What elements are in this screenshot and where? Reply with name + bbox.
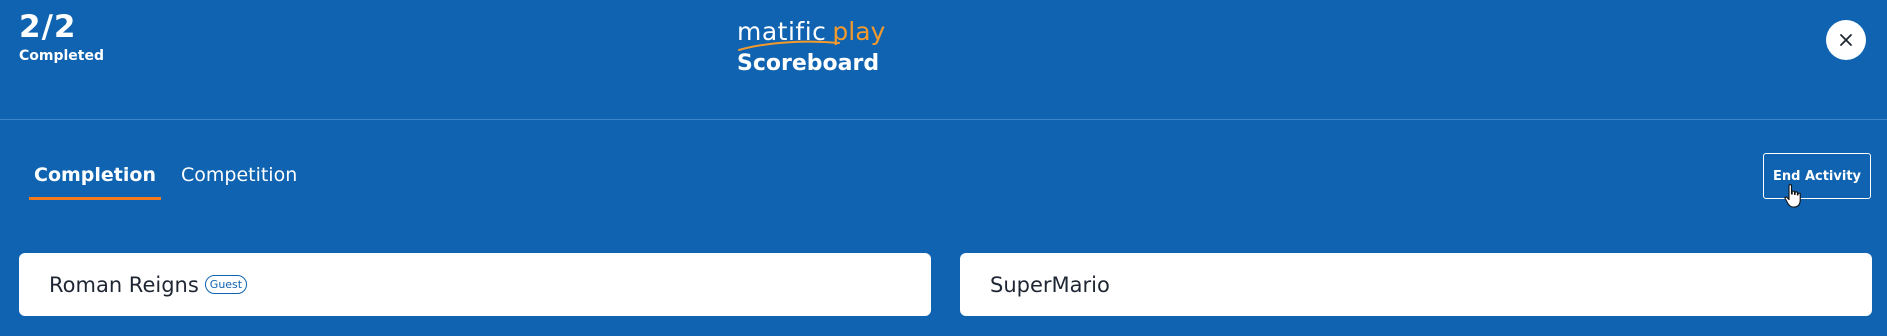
player-card: SuperMario bbox=[960, 253, 1872, 316]
end-activity-button[interactable]: End Activity bbox=[1763, 153, 1871, 199]
brand-block: matific play Scoreboard bbox=[737, 16, 885, 78]
close-button[interactable] bbox=[1826, 20, 1866, 60]
close-icon bbox=[1840, 34, 1852, 46]
page-title: Scoreboard bbox=[737, 51, 880, 76]
progress-count: 2/2 bbox=[19, 9, 77, 45]
matific-play-logo: matific play bbox=[737, 16, 885, 51]
scoreboard-tabs: Completion Competition bbox=[29, 160, 317, 200]
tab-completion[interactable]: Completion bbox=[29, 160, 161, 200]
hand-pointer-icon bbox=[1784, 184, 1801, 208]
tab-competition[interactable]: Competition bbox=[176, 160, 302, 197]
player-name: Roman Reigns bbox=[49, 272, 199, 297]
logo-swoosh-icon bbox=[738, 40, 840, 51]
player-name: SuperMario bbox=[990, 272, 1110, 297]
progress-label: Completed bbox=[19, 48, 105, 64]
player-card: Roman Reigns Guest bbox=[19, 253, 931, 316]
completion-progress: 2/2 Completed bbox=[19, 8, 104, 65]
guest-badge: Guest bbox=[204, 275, 248, 294]
scoreboard-header: 2/2 Completed matific play Scoreboard bbox=[0, 0, 1887, 120]
